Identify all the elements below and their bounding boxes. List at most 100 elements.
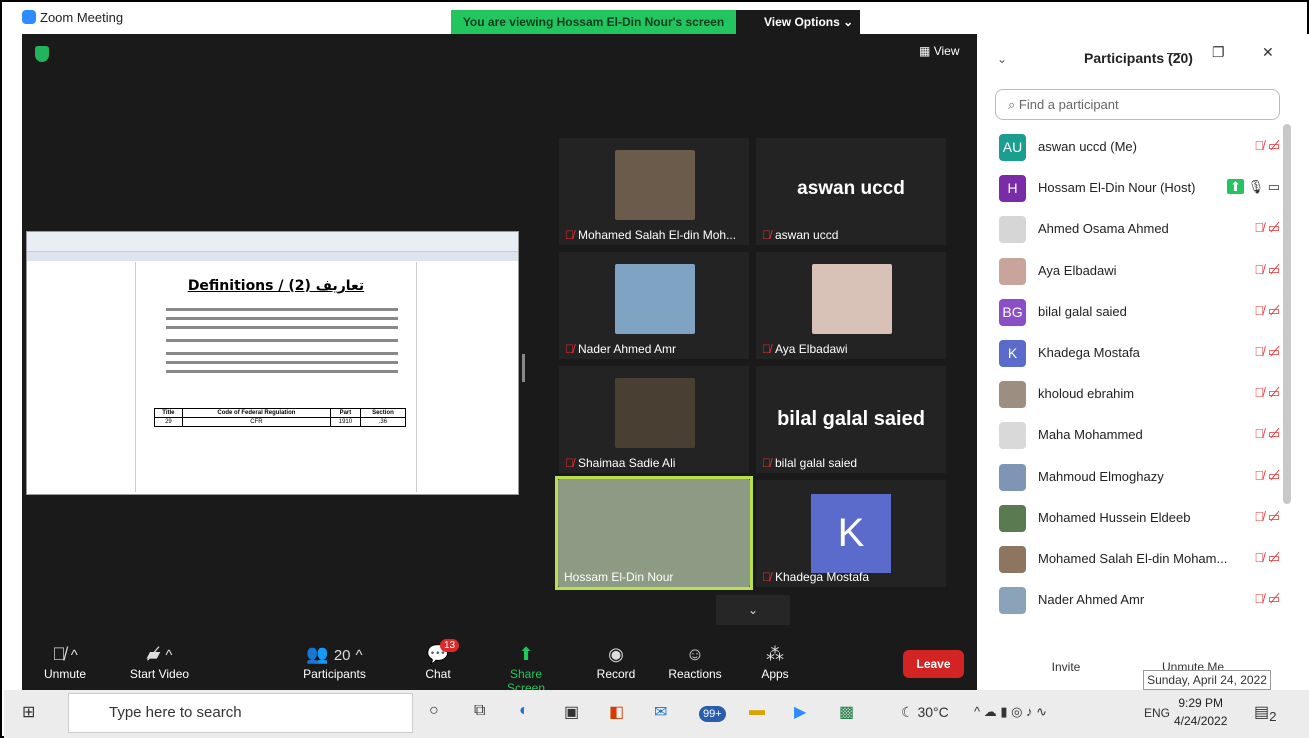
notification-center-icon[interactable]: ▤2 — [1254, 702, 1277, 724]
expand-gallery-chevron-icon[interactable]: ⌄ — [716, 595, 790, 625]
view-button[interactable]: ▦ View — [919, 44, 959, 58]
notification-count-badge: 99+ — [699, 706, 726, 722]
reactions-icon: ☺ — [685, 644, 705, 664]
share-screen-button[interactable]: ⬆ Share Screen — [490, 641, 562, 695]
taskbar-clock[interactable]: 9:29 PM 4/24/2022 — [1174, 694, 1227, 730]
table-cell: 1910 — [329, 417, 361, 427]
reactions-button[interactable]: ☺ Reactions — [667, 641, 723, 681]
participant-row[interactable]: Maha Mohammed 🎙̸ ▭̸ — [995, 415, 1280, 456]
participant-row[interactable]: H Hossam El-Din Nour (Host) ⬆ 🎙 ▭ — [995, 168, 1280, 209]
mail-icon[interactable]: ✉ — [654, 702, 667, 722]
reactions-label: Reactions — [668, 667, 722, 681]
mic-muted-icon: 🎙̸ — [565, 228, 574, 242]
mic-muted-icon: 🎙̸ — [1254, 508, 1265, 524]
system-tray-icons[interactable]: ^ ☁ ▮ ◎ ♪ ∿ — [974, 704, 1047, 720]
mic-muted-icon: 🎙̸ — [1254, 343, 1265, 359]
store-icon[interactable]: ▣ — [564, 702, 579, 722]
search-icon: ⌕ — [1008, 97, 1016, 112]
task-view-icon[interactable]: ⧉ — [474, 702, 485, 720]
view-label: View — [933, 44, 960, 58]
participant-row[interactable]: K Khadega Mostafa 🎙̸ ▭̸ — [995, 333, 1280, 374]
participant-list-scrollbar[interactable] — [1283, 124, 1291, 504]
language-indicator[interactable]: ENG — [1144, 706, 1170, 720]
video-tile[interactable]: 🎙̸ Mohamed Salah El-din Moh... — [559, 138, 749, 245]
clock-date: 4/24/2022 — [1174, 714, 1228, 728]
chat-button[interactable]: 💬 13 Chat — [422, 639, 460, 681]
edge-icon[interactable]: ◐ — [519, 702, 529, 720]
participant-avatar — [999, 381, 1026, 409]
excel-icon[interactable]: ▩ — [839, 702, 854, 722]
video-tile[interactable]: 🎙̸ Aya Elbadawi — [756, 252, 946, 359]
windows-start-icon[interactable]: ⊞ — [22, 702, 35, 722]
active-speaker-tile[interactable]: Hossam El-Din Nour — [555, 476, 753, 590]
taskbar-search-input[interactable]: Type here to search — [68, 693, 413, 733]
document-table: Title Code of Federal Regulation Part Se… — [154, 408, 407, 427]
chat-badge: 13 — [440, 639, 460, 652]
record-label: Record — [596, 667, 636, 681]
zoom-taskbar-icon[interactable]: ▶ — [794, 702, 806, 722]
search-placeholder: Find a participant — [1018, 97, 1119, 112]
unmute-button[interactable]: 🎙̸ ^ Unmute — [40, 641, 90, 681]
record-icon: ◉ — [608, 644, 624, 664]
collapse-chevron-icon[interactable]: ⌄ — [997, 52, 1007, 66]
restore-icon[interactable]: ❐ — [1212, 44, 1225, 61]
unmute-label: Unmute — [43, 667, 87, 681]
participant-photo — [615, 378, 695, 448]
participant-row[interactable]: kholoud ebrahim 🎙̸ ▭̸ — [995, 374, 1280, 415]
find-participant-input[interactable]: ⌕ Find a participant — [995, 89, 1280, 120]
mic-muted-icon: 🎙̸ — [1254, 549, 1265, 565]
mic-muted-icon: 🎙̸ — [762, 456, 771, 470]
video-tile[interactable]: bilal galal saied 🎙̸ bilal galal saied — [756, 366, 946, 473]
participant-row[interactable]: Mohamed Hussein Eldeeb 🎙̸ ▭̸ — [995, 498, 1280, 539]
mic-muted-icon: 🎙̸ ^ — [52, 644, 78, 664]
invite-button[interactable]: Invite — [1037, 654, 1095, 680]
participants-button[interactable]: 👥 20 ^ Participants — [297, 641, 372, 681]
mic-muted-icon: 🎙̸ — [1254, 220, 1265, 236]
participant-row[interactable]: Nader Ahmed Amr 🎙̸ ▭̸ — [995, 580, 1280, 621]
view-options-button[interactable]: View Options ⌄ — [736, 10, 860, 34]
participant-list: AU aswan uccd (Me) 🎙̸ ▭̸ H Hossam El-Din Nou… — [995, 127, 1280, 627]
participant-avatar: AU — [999, 134, 1026, 161]
participant-avatar — [999, 463, 1026, 491]
video-tile[interactable]: aswan uccd 🎙̸ aswan uccd — [756, 138, 946, 245]
shared-app-tabs — [27, 252, 518, 261]
participant-row[interactable]: Mohamed Salah El-din Moham... 🎙̸ ▭̸ — [995, 539, 1280, 580]
participants-count: 20 — [333, 647, 351, 664]
apps-button[interactable]: ⁂ Apps — [759, 641, 791, 681]
tile-name: Nader Ahmed Amr — [578, 342, 677, 356]
close-icon[interactable]: ✕ — [1262, 44, 1274, 61]
office-icon[interactable]: ◧ — [609, 702, 624, 722]
participant-avatar — [999, 422, 1026, 450]
video-tile[interactable]: K 🎙̸ Khadega Mostafa — [756, 480, 946, 587]
video-off-icon: ▭̸ — [1267, 220, 1280, 236]
record-button[interactable]: ◉ Record — [595, 641, 637, 681]
video-tile[interactable]: 🎙̸ Shaimaa Sadie Ali — [559, 366, 749, 473]
start-video-button[interactable]: ▰̸ ^ Start Video — [122, 641, 197, 681]
mic-muted-icon: 🎙̸ — [565, 456, 574, 470]
participant-row[interactable]: Ahmed Osama Ahmed 🎙̸ ▭̸ — [995, 209, 1280, 250]
zoom-window: Zoom Meeting You are viewing Hossam El-D… — [0, 0, 1309, 738]
participants-panel: — ❐ ✕ ⌄ Participants (20) ⌕ Find a parti… — [977, 34, 1309, 690]
meeting-toolbar: 🎙̸ ^ Unmute ▰̸ ^ Start Video 👥 20 ^ Partici… — [22, 635, 977, 695]
participant-row[interactable]: AU aswan uccd (Me) 🎙̸ ▭̸ — [995, 127, 1280, 168]
grid-icon: ▦ — [919, 44, 931, 58]
file-explorer-icon[interactable]: ▬ — [749, 702, 765, 720]
table-cell: 29 — [154, 417, 183, 427]
participant-name: Hossam El-Din Nour (Host) — [1038, 180, 1196, 196]
participant-row[interactable]: BG bilal galal saied 🎙̸ ▭̸ — [995, 292, 1280, 333]
mic-muted-icon: 🎙̸ — [762, 342, 771, 356]
cortana-icon[interactable]: ○ — [429, 702, 439, 720]
participant-name: Maha Mohammed — [1038, 427, 1143, 443]
participants-label: Participants — [303, 667, 366, 681]
start-video-label: Start Video — [129, 667, 190, 681]
title-bar: Zoom Meeting You are viewing Hossam El-D… — [2, 2, 977, 34]
participant-row[interactable]: Mahmoud Elmoghazy 🎙̸ ▭̸ — [995, 457, 1280, 498]
participant-row[interactable]: Aya Elbadawi 🎙̸ ▭̸ — [995, 251, 1280, 292]
participant-avatar: K — [999, 339, 1026, 367]
video-off-icon: ▰̸ ^ — [146, 644, 173, 664]
security-shield-icon[interactable] — [35, 46, 49, 62]
split-handle[interactable] — [522, 354, 525, 382]
table-cell: .36 — [359, 417, 407, 427]
video-tile[interactable]: 🎙̸ Nader Ahmed Amr — [559, 252, 749, 359]
leave-button[interactable]: Leave — [903, 650, 964, 678]
